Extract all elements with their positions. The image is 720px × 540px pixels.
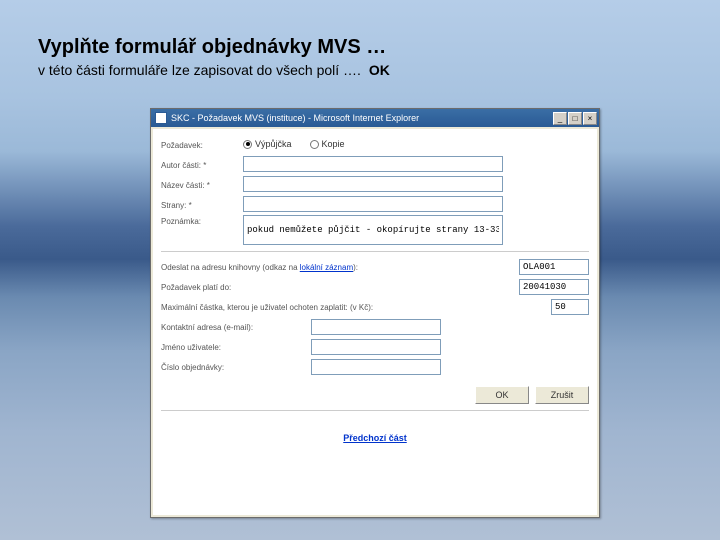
pages-input[interactable] [243,196,503,212]
row-note: Poznámka: [161,215,589,245]
row-title: Název části: * [161,175,589,193]
button-row: OK Zrušit [161,386,589,404]
maxcost-input[interactable] [551,299,589,315]
form-area: Požadavek: Výpůjčka Kopie Autor části: *… [153,129,597,515]
row-valid: Požadavek platí do: [161,278,589,296]
row-send: Odeslat na adresu knihovny (odkaz na lok… [161,258,589,276]
previous-section-link[interactable]: Předchozí část [161,433,589,443]
slide-subline: v této části formuláře lze zapisovat do … [38,62,390,78]
minimize-button[interactable]: _ [553,112,567,125]
radio-copy-icon[interactable] [310,140,319,149]
ie-icon [155,112,167,124]
browser-window: SKC - Požadavek MVS (instituce) - Micros… [150,108,600,518]
label-request: Požadavek: [161,139,243,150]
contact-input[interactable] [311,319,441,335]
radio-lend-label: Výpůjčka [255,139,292,149]
slide-heading: Vyplňte formulář objednávky MVS … [38,36,386,59]
label-title: Název části: * [161,179,243,190]
send-input[interactable] [519,259,589,275]
label-username: Jméno uživatele: [161,343,311,352]
radio-lend-icon[interactable] [243,140,252,149]
cancel-button[interactable]: Zrušit [535,386,589,404]
ok-button[interactable]: OK [475,386,529,404]
divider-2 [161,410,589,411]
label-send: Odeslat na adresu knihovny (odkaz na lok… [161,263,519,272]
maximize-button[interactable]: □ [568,112,582,125]
radio-lend-wrap[interactable]: Výpůjčka [243,139,292,149]
row-request-type: Požadavek: Výpůjčka Kopie [161,135,589,153]
label-pages: Strany: * [161,199,243,210]
send-label-b: ): [353,263,358,272]
send-label-a: Odeslat na adresu knihovny (odkaz na [161,263,300,272]
row-username: Jméno uživatele: [161,338,589,356]
orderno-input[interactable] [311,359,441,375]
username-input[interactable] [311,339,441,355]
note-input[interactable] [243,215,503,245]
label-maxcost: Maximální částka, kterou je uživatel och… [161,303,551,312]
title-input[interactable] [243,176,503,192]
valid-input[interactable] [519,279,589,295]
titlebar: SKC - Požadavek MVS (instituce) - Micros… [151,109,599,127]
divider-1 [161,251,589,252]
row-pages: Strany: * [161,195,589,213]
label-contact: Kontaktní adresa (e-mail): [161,323,311,332]
subline-ok: OK [369,62,390,78]
window-title: SKC - Požadavek MVS (instituce) - Micros… [171,113,553,123]
row-orderno: Číslo objednávky: [161,358,589,376]
radio-copy-wrap[interactable]: Kopie [310,139,345,149]
author-input[interactable] [243,156,503,172]
local-record-link[interactable]: lokální záznam [300,263,353,272]
label-orderno: Číslo objednávky: [161,363,311,372]
label-author: Autor části: * [161,159,243,170]
label-note: Poznámka: [161,215,243,226]
radio-copy-label: Kopie [322,139,345,149]
row-author: Autor části: * [161,155,589,173]
label-valid: Požadavek platí do: [161,283,519,292]
row-maxcost: Maximální částka, kterou je uživatel och… [161,298,589,316]
row-contact: Kontaktní adresa (e-mail): [161,318,589,336]
close-button[interactable]: × [583,112,597,125]
subline-text: v této části formuláře lze zapisovat do … [38,62,361,78]
